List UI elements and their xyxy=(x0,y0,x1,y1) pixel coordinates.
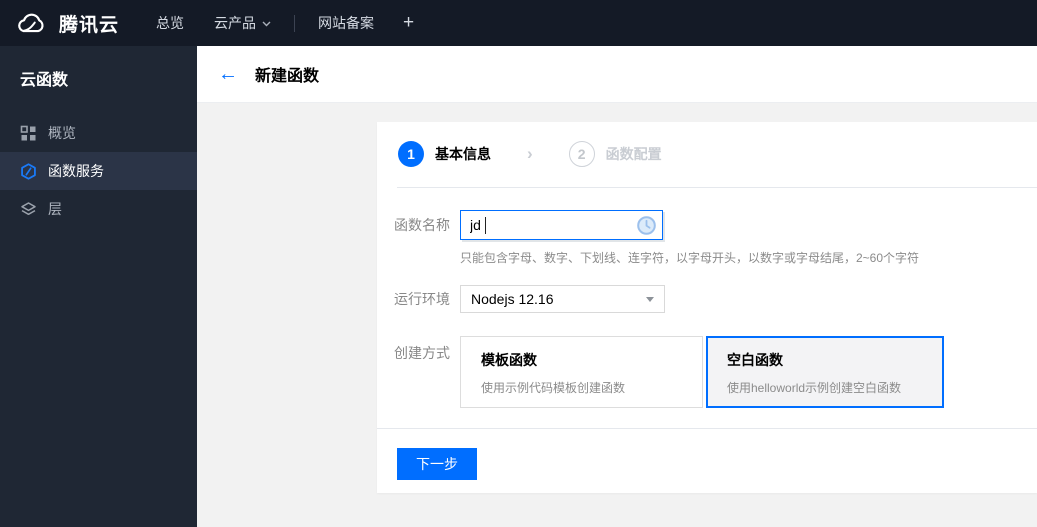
sidebar-product-title: 云函数 xyxy=(20,72,69,89)
select-caret-icon xyxy=(646,297,654,302)
sidebar: 云函数 概览 函数服务 层 xyxy=(0,46,197,527)
creation-method-cards: 模板函数 使用示例代码模板创建函数 空白函数 使用helloworld示例创建空… xyxy=(460,336,944,408)
runtime-select[interactable]: Nodejs 12.16 xyxy=(460,285,665,313)
runtime-row: 运行环境 Nodejs 12.16 xyxy=(394,285,1037,313)
chevron-down-icon xyxy=(262,21,271,27)
topnav-item-overview[interactable]: 总览 xyxy=(141,0,199,46)
function-service-icon xyxy=(21,162,36,180)
main-area: ← 新建函数 1 基本信息 › 2 函数配置 函数名称 jd 只能包含字母、数字… xyxy=(197,46,1037,527)
clock-pending-icon xyxy=(637,216,656,235)
steps-divider xyxy=(397,187,1037,188)
topnav: 总览 云产品 网站备案 + xyxy=(141,0,428,46)
tencent-cloud-logo[interactable]: 腾讯云 xyxy=(14,10,119,37)
sidebar-item-layers[interactable]: 层 xyxy=(0,190,197,228)
create-function-card: 1 基本信息 › 2 函数配置 函数名称 jd 只能包含字母、数字、下划线、连字… xyxy=(377,122,1037,493)
layers-icon xyxy=(21,201,36,215)
page-header: ← 新建函数 xyxy=(197,46,1037,103)
wizard-steps: 1 基本信息 › 2 函数配置 xyxy=(377,122,1037,187)
step-basic-info: 1 基本信息 xyxy=(398,141,491,167)
runtime-label: 运行环境 xyxy=(394,291,450,307)
page-title: 新建函数 xyxy=(255,68,320,85)
creation-method-label: 创建方式 xyxy=(394,345,450,361)
next-step-button[interactable]: 下一步 xyxy=(397,448,477,480)
function-name-input-box xyxy=(460,210,663,240)
basic-info-form: 函数名称 只能包含字母、数字、下划线、连字符，以字母开头，以数字或字母结尾，2~… xyxy=(377,210,1037,408)
method-card-template-function[interactable]: 模板函数 使用示例代码模板创建函数 xyxy=(460,336,703,408)
back-button[interactable]: ← xyxy=(218,64,238,84)
step-number-badge: 1 xyxy=(398,141,424,167)
function-name-hint: 只能包含字母、数字、下划线、连字符，以字母开头，以数字或字母结尾，2~60个字符 xyxy=(460,251,920,265)
content-area: 1 基本信息 › 2 函数配置 函数名称 jd 只能包含字母、数字、下划线、连字… xyxy=(197,103,1037,527)
function-name-row: 函数名称 只能包含字母、数字、下划线、连字符，以字母开头，以数字或字母结尾，2~… xyxy=(394,210,1037,266)
method-card-blank-function[interactable]: 空白函数 使用helloworld示例创建空白函数 xyxy=(706,336,944,408)
topnav-item-cloud-products[interactable]: 云产品 xyxy=(199,0,286,46)
sidebar-item-function-service[interactable]: 函数服务 xyxy=(0,152,197,190)
text-caret xyxy=(485,217,486,234)
add-tab-button[interactable]: + xyxy=(389,12,428,34)
topnav-item-website-icp[interactable]: 网站备案 xyxy=(303,0,389,46)
function-name-label: 函数名称 xyxy=(394,217,450,233)
topnav-divider xyxy=(294,14,296,32)
runtime-selected-value: Nodejs 12.16 xyxy=(471,291,554,307)
brand-name: 腾讯云 xyxy=(59,14,120,36)
creation-method-row: 创建方式 模板函数 使用示例代码模板创建函数 空白函数 使用helloworld… xyxy=(394,336,1037,408)
step-number-badge: 2 xyxy=(568,141,595,167)
step-function-config: 2 函数配置 xyxy=(568,141,662,167)
topbar: 腾讯云 总览 云产品 网站备案 + xyxy=(0,0,1037,46)
cloud-logo-icon xyxy=(18,13,44,32)
grid-icon xyxy=(20,125,36,140)
sidebar-item-overview[interactable]: 概览 xyxy=(0,114,197,152)
function-name-input[interactable] xyxy=(461,211,662,239)
step-separator-icon: › xyxy=(527,144,533,163)
